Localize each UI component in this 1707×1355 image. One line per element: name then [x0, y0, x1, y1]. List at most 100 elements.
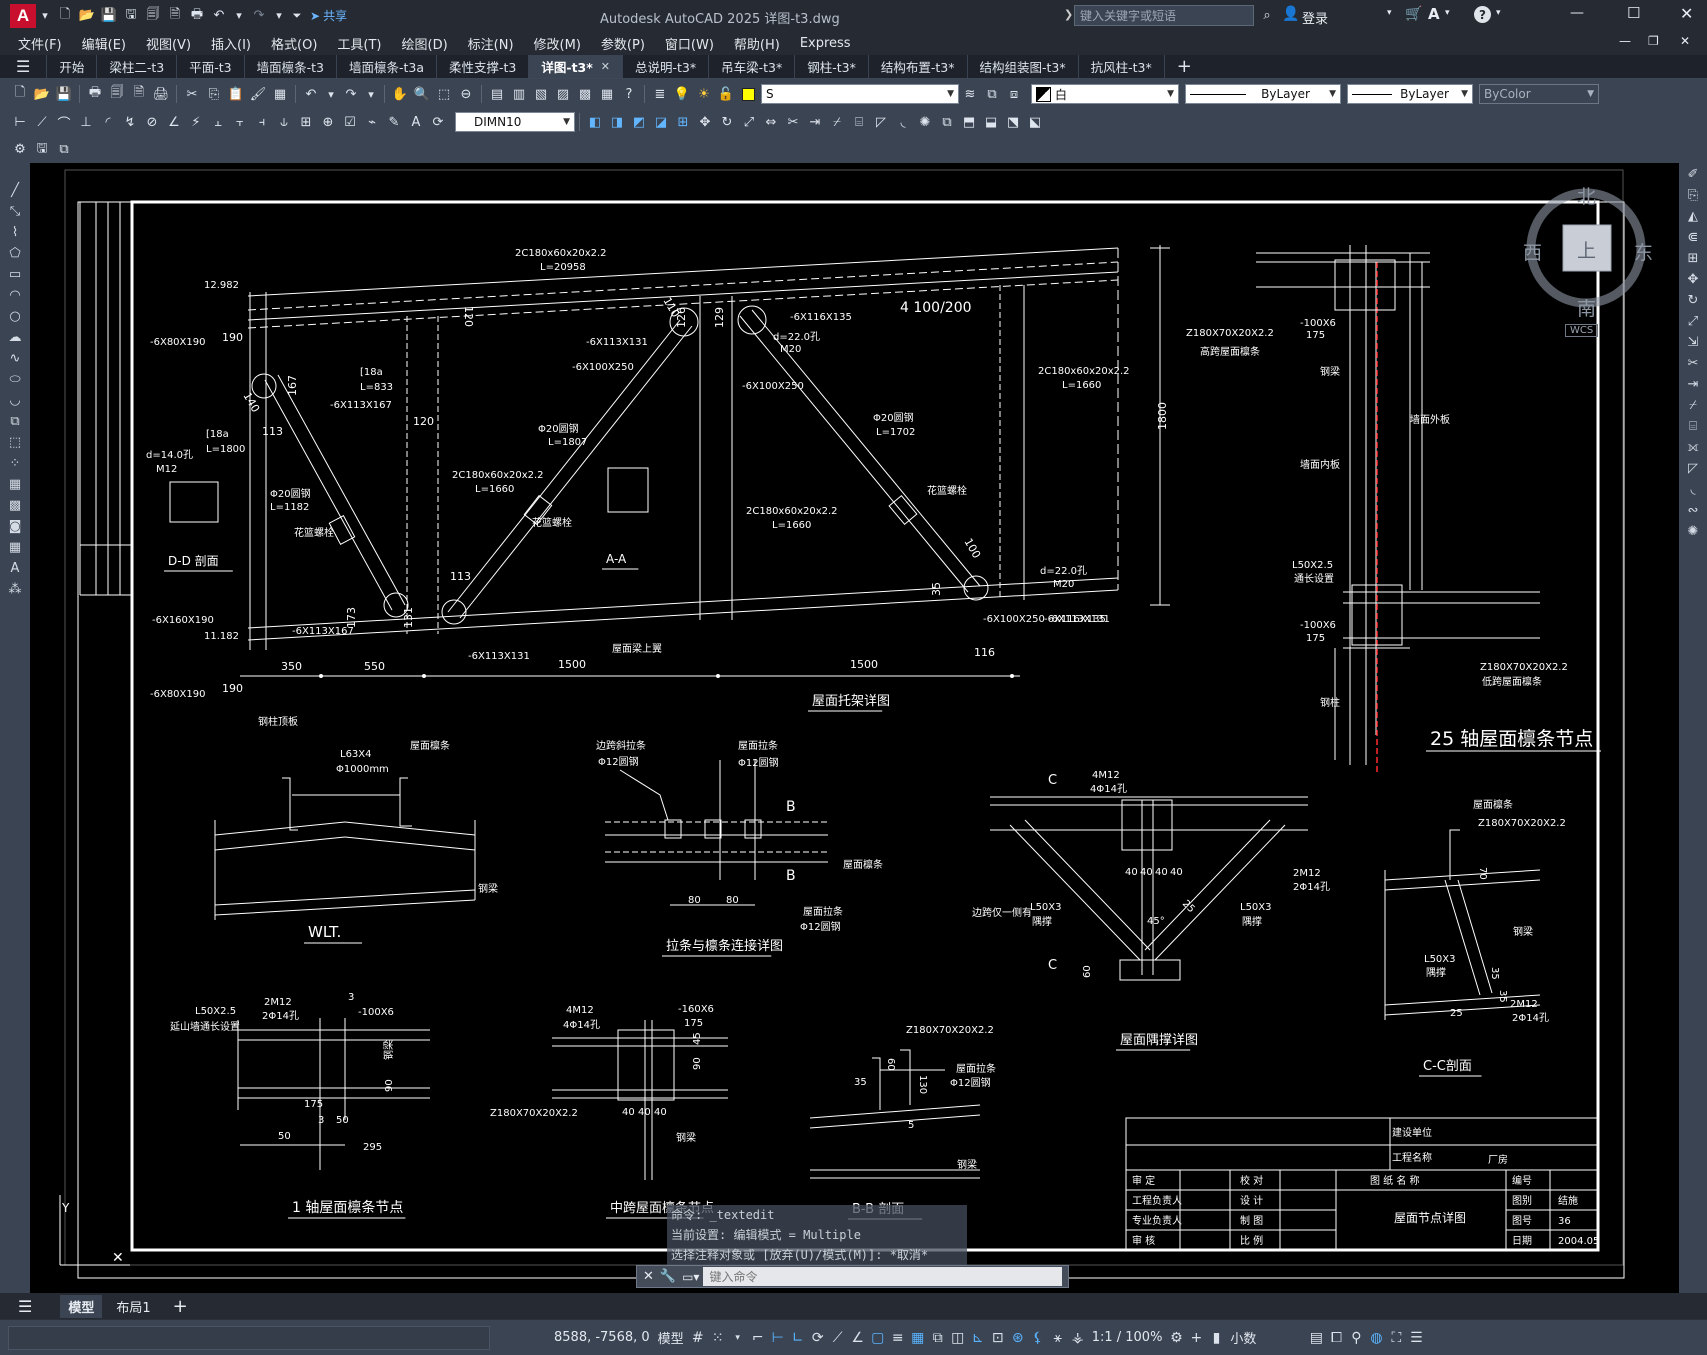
lock-ui-icon[interactable]: ⧠ [1326, 1330, 1346, 1346]
layout-menu-icon[interactable]: ☰ [18, 1297, 32, 1316]
share-button[interactable]: ➤ 共享 [310, 7, 347, 24]
inspection-icon[interactable]: ☑ [340, 112, 360, 132]
linetype-dropdown[interactable]: ByLayer ▼ [1185, 84, 1341, 104]
command-close-icon[interactable]: ✕ [643, 1269, 654, 1284]
move-icon[interactable]: ✥ [695, 112, 715, 132]
publish-icon[interactable]: 🗎 [129, 84, 149, 104]
copy-side-icon[interactable]: ⎘ [1683, 186, 1703, 205]
spline-icon[interactable]: ∿ [5, 349, 25, 368]
command-prompt-icon[interactable]: ▭▾ [682, 1270, 699, 1284]
tab-wind-column[interactable]: 抗风柱-t3* [1079, 55, 1165, 78]
center-mark-icon[interactable]: ⊕ [318, 112, 338, 132]
ellipse-arc-icon[interactable]: ◡ [5, 391, 25, 410]
gradient-icon[interactable]: ▩ [5, 496, 25, 515]
units-dropdown[interactable]: 小数 [1226, 1328, 1306, 1347]
tab-structure-layout[interactable]: 结构布置-t3* [869, 55, 968, 78]
new-file-icon[interactable]: 🗋 [55, 6, 75, 26]
extend-side-icon[interactable]: ⇥ [1683, 375, 1703, 394]
join-icon[interactable]: ⌸ [849, 112, 869, 132]
help-icon[interactable]: ? [1474, 6, 1491, 23]
redo-tool-dropdown-icon[interactable]: ▾ [363, 84, 379, 104]
quick-properties-icon[interactable]: ▤ [1306, 1330, 1326, 1346]
erase-icon[interactable]: ◧ [585, 112, 605, 132]
scale-side-icon[interactable]: ⤢ [1683, 312, 1703, 331]
jogged-linear-icon[interactable]: ⌁ [362, 112, 382, 132]
model-space-button[interactable]: 模型 [654, 1328, 688, 1347]
tab-detail[interactable]: 详图-t3* ✕ [529, 55, 624, 78]
dim-text-edit-icon[interactable]: A [406, 112, 426, 132]
selection-filter-icon[interactable]: ⊡ [988, 1330, 1008, 1346]
snap-mode-icon[interactable]: ⁙ [708, 1330, 728, 1346]
zoom-previous-icon[interactable]: ⊖ [456, 84, 476, 104]
dim-aligned-icon[interactable]: ⟋ [32, 112, 52, 132]
viewcube-west[interactable]: 西 [1523, 238, 1542, 265]
login-link[interactable]: 登录 [1302, 8, 1328, 27]
viewcube-east[interactable]: 东 [1634, 238, 1653, 265]
preview-icon[interactable]: 🗐 [107, 84, 127, 104]
offset-icon[interactable]: ◪ [651, 112, 671, 132]
menu-view[interactable]: 视图(V) [136, 34, 201, 53]
group-icon[interactable]: ⬒ [959, 112, 979, 132]
dimstyle-dropdown[interactable]: DIMN10 ▼ [455, 112, 575, 132]
tab-structure-assembly[interactable]: 结构组装图-t3* [968, 55, 1079, 78]
save-icon[interactable]: 💾 [99, 6, 119, 26]
dim-edit-icon[interactable]: ✎ [384, 112, 404, 132]
tab-model[interactable]: 模型 [60, 1294, 103, 1318]
menu-insert[interactable]: 插入(I) [201, 34, 261, 53]
annotation-visibility-icon[interactable]: ⚸ [1028, 1330, 1048, 1346]
dim-arc-icon[interactable]: ⌒ [54, 112, 74, 132]
lineweight-dropdown[interactable]: ByLayer ▼ [1347, 84, 1473, 104]
object-snap-icon[interactable]: ▢ [868, 1330, 888, 1346]
pan-icon[interactable]: ✋ [390, 84, 410, 104]
clean-screen-icon[interactable]: ⛶ [1386, 1330, 1406, 1346]
scale-icon[interactable]: ⤢ [739, 112, 759, 132]
move-side-icon[interactable]: ✥ [1683, 270, 1703, 289]
erase-side-icon[interactable]: ✐ [1683, 165, 1703, 184]
scale-readout[interactable]: 1:1 / 100% [1088, 1330, 1167, 1345]
menu-draw[interactable]: 绘图(D) [392, 34, 458, 53]
add-layout-icon[interactable]: + [173, 1296, 188, 1317]
explode-side-icon[interactable]: ✺ [1683, 522, 1703, 541]
app-menu-chevron-icon[interactable]: ▾ [37, 6, 53, 26]
viewcube-north[interactable]: 北 [1577, 182, 1596, 209]
break-side-icon[interactable]: ⌸ [1683, 417, 1703, 436]
rotate-side-icon[interactable]: ↻ [1683, 291, 1703, 310]
array-icon[interactable]: ⊞ [673, 112, 693, 132]
menu-modify[interactable]: 修改(M) [524, 34, 591, 53]
layer-dropdown[interactable]: S ▼ [761, 84, 959, 104]
revcloud-icon[interactable]: ☁ [5, 328, 25, 347]
open-icon[interactable]: 📂 [32, 84, 52, 104]
dim-angular-icon[interactable]: ∠ [164, 112, 184, 132]
quick-dim-icon[interactable]: ⚡ [186, 112, 206, 132]
help-dropdown-icon[interactable]: ▾ [1496, 8, 1501, 18]
minimize-icon[interactable]: — [1570, 5, 1584, 21]
region-icon[interactable]: ◙ [5, 517, 25, 536]
fillet-icon[interactable]: ◟ [893, 112, 913, 132]
menu-format[interactable]: 格式(O) [261, 34, 327, 53]
tab-layout1[interactable]: 布局1 [116, 1297, 150, 1316]
circle-icon[interactable]: ○ [5, 307, 25, 326]
arc-icon[interactable]: ◠ [5, 286, 25, 305]
layer-thaw-icon[interactable]: ☀ [694, 84, 714, 104]
snap-dropdown-icon[interactable]: ▾ [728, 1333, 748, 1343]
join-side-icon[interactable]: ⟗ [1683, 438, 1703, 457]
dim-linear-icon[interactable]: ⊢ [10, 112, 30, 132]
annotation-monitor-icon[interactable]: + [1186, 1330, 1206, 1346]
polygon-icon[interactable]: ⬠ [5, 244, 25, 263]
autocad-logo[interactable]: A [10, 3, 36, 28]
doc-minimize-icon[interactable]: — [1619, 34, 1631, 48]
polyline-icon[interactable]: ⌇ [5, 223, 25, 242]
annotation-scale-icon[interactable]: ⚶ [1068, 1330, 1088, 1346]
dim-break-icon[interactable]: ⫝ [274, 112, 294, 132]
mirror-side-icon[interactable]: ◭ [1683, 207, 1703, 226]
dim-update-icon[interactable]: ⟳ [428, 112, 448, 132]
quickcalc-icon[interactable]: ▦ [597, 84, 617, 104]
tab-general-notes[interactable]: 总说明-t3* [623, 55, 710, 78]
new-tab-plus-icon[interactable]: + [1165, 55, 1204, 78]
trim-side-icon[interactable]: ✂ [1683, 354, 1703, 373]
dynamic-ucs-icon[interactable]: ⊾ [968, 1330, 988, 1346]
tab-close-icon[interactable]: ✕ [601, 60, 610, 73]
tabs-menu-icon[interactable]: ☰ [0, 55, 48, 78]
3d-osnap-icon[interactable]: ◫ [948, 1330, 968, 1346]
a360-dropdown-icon[interactable]: ▾ [1445, 8, 1450, 18]
